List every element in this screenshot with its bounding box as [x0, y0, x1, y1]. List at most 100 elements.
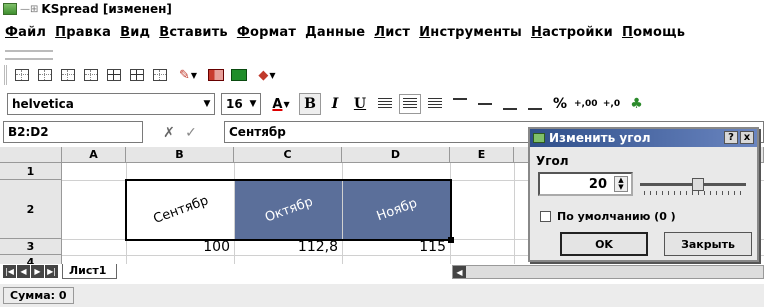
menu-file[interactable]: Файл: [5, 25, 46, 40]
menu-tools[interactable]: Инструменты: [419, 25, 522, 40]
scroll-left-icon[interactable]: ◀: [453, 266, 466, 278]
last-sheet-icon[interactable]: ▶|: [45, 265, 58, 278]
dissociate-cells-button[interactable]: [228, 64, 250, 86]
status-bar: Сумма: 0: [0, 284, 764, 307]
menu-settings[interactable]: Настройки: [531, 25, 613, 40]
align-left-button[interactable]: [374, 93, 396, 115]
sheet-tab-bar: |◀ ◀ ▶ ▶| Лист1 ◀: [0, 264, 764, 280]
cell-b2[interactable]: Сентябр: [127, 181, 234, 239]
money-icon: ♣: [630, 96, 643, 112]
next-sheet-icon[interactable]: ▶: [31, 265, 44, 278]
cell-c3[interactable]: 112,8: [235, 240, 342, 255]
dialog-title: Изменить угол: [549, 131, 651, 145]
dialog-title-bar[interactable]: Изменить угол ? x: [530, 129, 757, 147]
slider-handle[interactable]: [692, 178, 705, 191]
cell-b3[interactable]: 100: [127, 240, 234, 255]
menu-data[interactable]: Данные: [305, 25, 365, 40]
fill-handle[interactable]: [448, 237, 454, 243]
accept-edit-icon[interactable]: ✓: [180, 123, 202, 143]
wrap-text-button[interactable]: [524, 93, 546, 115]
increase-precision-button[interactable]: +,00: [574, 93, 597, 115]
wrap-text-icon: [528, 97, 542, 111]
italic-button[interactable]: I: [324, 93, 346, 115]
menu-tools-mnemonic: И: [419, 24, 431, 40]
font-family-select[interactable]: helvetica ▼: [7, 93, 215, 115]
background-color-button[interactable]: ◆ ▼: [251, 64, 283, 86]
border-all-button[interactable]: [126, 64, 148, 86]
border-outline-button[interactable]: [103, 64, 125, 86]
menu-format[interactable]: Формат: [237, 25, 296, 40]
toolbar-grip[interactable]: [4, 65, 7, 85]
valign-top-icon: [453, 97, 467, 111]
select-all-corner[interactable]: [0, 147, 62, 163]
horizontal-scrollbar[interactable]: ◀: [452, 265, 764, 279]
checkbox-box[interactable]: [540, 211, 551, 222]
grid-line: [514, 163, 515, 264]
spin-arrows-icon[interactable]: ▲ ▼: [614, 176, 628, 192]
money-format-button[interactable]: ♣: [625, 93, 647, 115]
column-header-e[interactable]: E: [450, 147, 514, 163]
menu-edit[interactable]: Правка: [55, 25, 111, 40]
border-remove-button[interactable]: [149, 64, 171, 86]
prev-sheet-icon[interactable]: ◀: [17, 265, 30, 278]
valign-middle-button[interactable]: [474, 93, 496, 115]
font-size-select[interactable]: 16 ▼: [221, 93, 261, 115]
cell-d3[interactable]: 115: [343, 240, 450, 255]
menu-sheet[interactable]: Лист: [374, 25, 410, 40]
font-family-value: helvetica: [12, 97, 74, 111]
menu-edit-mnemonic: П: [55, 24, 67, 40]
valign-bottom-button[interactable]: [499, 93, 521, 115]
angle-slider[interactable]: [640, 178, 746, 195]
decrease-precision-button[interactable]: +,0: [600, 93, 622, 115]
chevron-down-icon: ▼: [190, 70, 198, 80]
column-header-b[interactable]: B: [126, 147, 234, 163]
spin-down-icon[interactable]: ▼: [618, 184, 623, 191]
row-header-1[interactable]: 1: [0, 163, 62, 180]
help-icon[interactable]: ?: [724, 131, 738, 144]
column-header-c[interactable]: C: [234, 147, 342, 163]
default-checkbox[interactable]: По умолчанию (0 ): [540, 210, 676, 223]
paint-bucket-icon: ◆: [258, 67, 269, 83]
border-left-button[interactable]: [11, 64, 33, 86]
cancel-edit-icon[interactable]: ✗: [158, 123, 180, 143]
border-top-button[interactable]: [57, 64, 79, 86]
valign-top-button[interactable]: [449, 93, 471, 115]
column-header-d[interactable]: D: [342, 147, 450, 163]
menu-insert[interactable]: Вставить: [159, 25, 228, 40]
row-header-4[interactable]: 4: [0, 255, 62, 264]
border-color-button[interactable]: ✎ ▼: [172, 64, 204, 86]
close-icon[interactable]: x: [740, 131, 754, 144]
align-center-icon: [399, 94, 421, 114]
kspread-app-icon[interactable]: [3, 3, 17, 15]
border-right-button[interactable]: [34, 64, 56, 86]
column-header-a[interactable]: A: [62, 147, 126, 163]
sheet-tab-list1[interactable]: Лист1: [62, 264, 118, 279]
cell-reference-input[interactable]: B2:D2: [3, 121, 143, 143]
font-size-value: 16: [226, 97, 243, 111]
first-sheet-icon[interactable]: |◀: [3, 265, 16, 278]
window-menu-icon[interactable]: —⊞: [20, 4, 38, 15]
merge-cells-button[interactable]: [205, 64, 227, 86]
row-header-3[interactable]: 3: [0, 239, 62, 255]
toolbar-handle[interactable]: [5, 50, 53, 60]
menu-data-label: анные: [316, 24, 366, 40]
underline-button[interactable]: U: [349, 93, 371, 115]
close-button[interactable]: Закрыть: [664, 232, 752, 256]
bold-button[interactable]: B: [299, 93, 321, 115]
slider-ticks: [644, 191, 742, 195]
cell-d2[interactable]: Ноябр: [343, 181, 450, 239]
align-right-button[interactable]: [424, 93, 446, 115]
row-header-2[interactable]: 2: [0, 180, 62, 239]
menu-file-label: айл: [18, 24, 47, 40]
ok-button[interactable]: OK: [560, 232, 648, 256]
percent-button[interactable]: %: [549, 93, 571, 115]
border-bottom-button[interactable]: [80, 64, 102, 86]
cell-c2[interactable]: Октябр: [235, 181, 342, 239]
align-center-button[interactable]: [399, 93, 421, 115]
menu-format-mnemonic: Ф: [236, 24, 250, 40]
menu-view[interactable]: Вид: [120, 25, 150, 40]
increase-precision-icon: +,00: [574, 98, 598, 109]
angle-spinbox[interactable]: 20 ▲ ▼: [538, 172, 633, 196]
menu-help[interactable]: Помощь: [622, 25, 685, 40]
text-color-button[interactable]: A ▼: [266, 93, 296, 115]
